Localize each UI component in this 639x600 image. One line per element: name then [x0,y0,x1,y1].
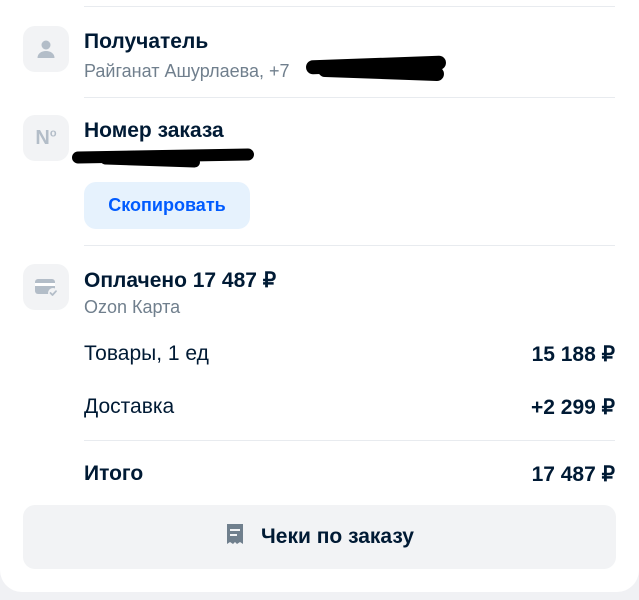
divider [84,97,615,98]
payment-title: Оплачено 17 487 ₽ [84,269,277,292]
divider [84,245,615,246]
card-check-icon [23,264,69,310]
divider [84,440,615,441]
delivery-label: Доставка [84,395,175,418]
delivery-value: +2 299 ₽ [530,396,615,419]
recipient-title: Получатель [84,30,209,53]
person-icon [23,26,69,72]
redaction-mark [317,62,445,82]
number-sign-icon: No [23,115,69,161]
items-label: Товары, 1 ед [84,342,209,365]
order-title: Номер заказа [84,119,224,142]
divider [84,6,615,7]
total-value: 17 487 ₽ [531,463,615,486]
copy-button[interactable]: Скопировать [84,182,250,229]
receipts-label: Чеки по заказу [261,525,414,548]
redaction-mark [99,153,201,168]
receipt-icon [225,522,245,552]
recipient-details: Райганат Ашурлаева, +7 [84,61,290,81]
order-details-card: Получатель Райганат Ашурлаева, +7 No Ном… [0,0,639,592]
receipts-button[interactable]: Чеки по заказу [23,505,616,569]
items-value: 15 188 ₽ [531,343,615,366]
payment-method: Ozon Карта [84,297,181,317]
total-label: Итого [84,462,144,485]
